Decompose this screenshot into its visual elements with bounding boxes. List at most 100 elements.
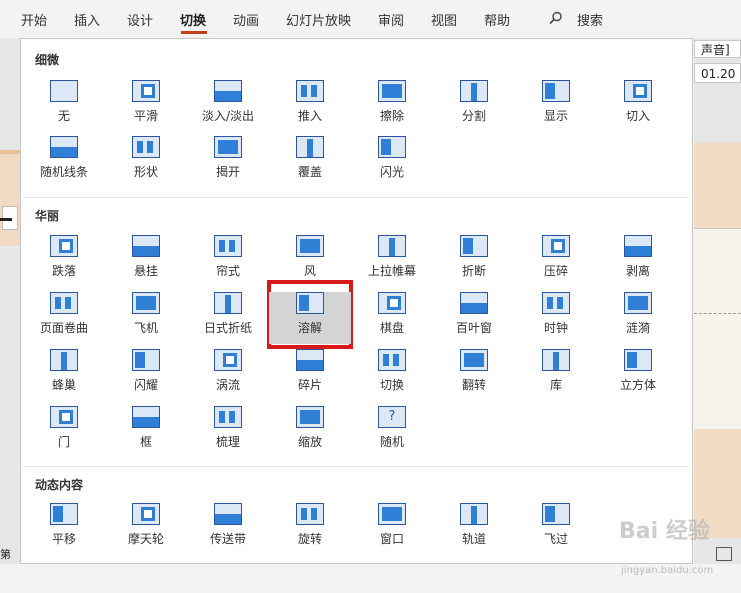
- transition-label: 涟漪: [625, 321, 650, 335]
- slide-thumbnail-pane: [0, 38, 20, 564]
- transition-item[interactable]: 上拉帷幕: [351, 235, 433, 287]
- transition-item[interactable]: 缩放: [269, 406, 351, 458]
- transition-label: 帘式: [215, 264, 240, 278]
- transition-item[interactable]: 传送带: [187, 503, 269, 555]
- transition-label: 折断: [461, 264, 486, 278]
- transition-item[interactable]: 窗口: [351, 503, 433, 555]
- transition-icon: [50, 503, 78, 525]
- transition-item[interactable]: 覆盖: [269, 136, 351, 188]
- baidu-watermark: Bai 经验 jingyan.baidu.com: [619, 513, 741, 593]
- transition-item[interactable]: 切入: [597, 80, 679, 132]
- transition-item[interactable]: 立方体: [597, 349, 679, 401]
- transition-label: 门: [57, 435, 70, 449]
- transition-label: 揭开: [215, 165, 240, 179]
- transition-item[interactable]: 推入: [269, 80, 351, 132]
- transition-label: 压碎: [543, 264, 568, 278]
- transition-label: 库: [549, 378, 562, 392]
- transition-item[interactable]: 旋转: [269, 503, 351, 555]
- transition-label: 随机线条: [39, 165, 88, 179]
- transition-icon: [624, 292, 652, 314]
- transition-item[interactable]: 分割: [433, 80, 515, 132]
- transition-icon: [296, 136, 324, 158]
- slide-thumbnail[interactable]: [0, 150, 20, 246]
- transition-item[interactable]: 无: [23, 80, 105, 132]
- transition-item[interactable]: 平移: [23, 503, 105, 555]
- transition-item[interactable]: 飞机: [105, 292, 187, 344]
- transition-item[interactable]: 悬挂: [105, 235, 187, 287]
- transition-item[interactable]: 平滑: [105, 80, 187, 132]
- transition-icon: [378, 235, 406, 257]
- transition-icon: [50, 349, 78, 371]
- transition-label: 传送带: [209, 532, 246, 546]
- transition-item[interactable]: 飞过: [515, 503, 597, 555]
- transition-item[interactable]: 折断: [433, 235, 515, 287]
- transition-item[interactable]: 随机线条: [23, 136, 105, 188]
- tab-insert[interactable]: 插入: [74, 10, 100, 29]
- transition-icon: [460, 503, 488, 525]
- transition-icon: [542, 292, 570, 314]
- transition-item[interactable]: 揭开: [187, 136, 269, 188]
- transition-item[interactable]: 闪耀: [105, 349, 187, 401]
- transition-item[interactable]: 时钟: [515, 292, 597, 344]
- transition-item[interactable]: 形状: [105, 136, 187, 188]
- transition-icon: [214, 80, 242, 102]
- transition-item[interactable]: 棋盘: [351, 292, 433, 344]
- transition-label: 框: [139, 435, 152, 449]
- transition-label: 跌落: [51, 264, 76, 278]
- transition-icon: [214, 292, 242, 314]
- transition-item[interactable]: 风: [269, 235, 351, 287]
- transition-label: 推入: [297, 109, 322, 123]
- transition-icon: [460, 292, 488, 314]
- slide-marker: [0, 218, 12, 221]
- transition-item[interactable]: 轨道: [433, 503, 515, 555]
- transition-item[interactable]: 涡流: [187, 349, 269, 401]
- transition-item[interactable]: 门: [23, 406, 105, 458]
- transition-item[interactable]: 百叶窗: [433, 292, 515, 344]
- search-icon[interactable]: [549, 11, 563, 25]
- transition-item[interactable]: 涟漪: [597, 292, 679, 344]
- transition-item[interactable]: 剥离: [597, 235, 679, 287]
- transition-item[interactable]: 擦除: [351, 80, 433, 132]
- transition-label: 立方体: [619, 378, 656, 392]
- tab-design[interactable]: 设计: [127, 10, 153, 29]
- transition-item[interactable]: 溶解: [269, 292, 351, 344]
- sound-dropdown[interactable]: 声音]: [694, 40, 741, 58]
- search-label[interactable]: 搜索: [577, 10, 603, 29]
- transition-item[interactable]: 库: [515, 349, 597, 401]
- transition-item[interactable]: 碎片: [269, 349, 351, 401]
- transition-item[interactable]: 压碎: [515, 235, 597, 287]
- tab-slideshow[interactable]: 幻灯片放映: [286, 10, 351, 29]
- transition-item[interactable]: 页面卷曲: [23, 292, 105, 344]
- transition-item[interactable]: 显示: [515, 80, 597, 132]
- tab-transitions[interactable]: 切换: [180, 10, 206, 29]
- duration-field[interactable]: 01.20: [694, 63, 741, 83]
- transition-label: 切入: [625, 109, 650, 123]
- transition-label: 闪耀: [133, 378, 158, 392]
- transition-item[interactable]: 翻转: [433, 349, 515, 401]
- transition-icon: [460, 80, 488, 102]
- transition-label: 页面卷曲: [39, 321, 88, 335]
- transition-item[interactable]: 跌落: [23, 235, 105, 287]
- transition-item[interactable]: 帘式: [187, 235, 269, 287]
- transition-item[interactable]: 蜂巢: [23, 349, 105, 401]
- transition-icon: [296, 235, 324, 257]
- tab-animations[interactable]: 动画: [233, 10, 259, 29]
- transition-item[interactable]: 梳理: [187, 406, 269, 458]
- transition-label: 旋转: [297, 532, 322, 546]
- tab-review[interactable]: 审阅: [378, 10, 404, 29]
- transition-icon: ?: [378, 406, 406, 428]
- transition-icon: [296, 349, 324, 371]
- transition-item[interactable]: 摩天轮: [105, 503, 187, 555]
- transition-item[interactable]: 日式折纸: [187, 292, 269, 344]
- transition-item[interactable]: 淡入/淡出: [187, 80, 269, 132]
- transition-icon: [132, 235, 160, 257]
- tab-home[interactable]: 开始: [21, 10, 47, 29]
- transition-gallery: 细微 华丽 动态内容 Bai 经验 jingyan.baidu.com 无 平滑 淡…: [20, 38, 713, 576]
- tab-view[interactable]: 视图: [431, 10, 457, 29]
- tab-help[interactable]: 帮助: [484, 10, 510, 29]
- transition-item[interactable]: ? 随机: [351, 406, 433, 458]
- transition-item[interactable]: 框: [105, 406, 187, 458]
- slide-content-area: [694, 228, 741, 429]
- transition-item[interactable]: 切换: [351, 349, 433, 401]
- transition-item[interactable]: 闪光: [351, 136, 433, 188]
